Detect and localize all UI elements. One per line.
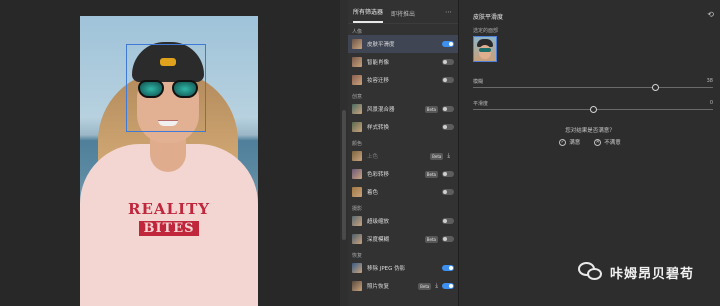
beta-badge: Beta [424, 105, 438, 113]
tab-all-filters[interactable]: 所有筛选器 [353, 7, 384, 23]
filter-item[interactable]: 皮肤平滑度 [348, 35, 458, 53]
feedback-question: 您对结果是否满意？ [565, 128, 615, 134]
filter-group-label: 颜色 [352, 141, 363, 147]
shirt-text-line2: BITES [139, 221, 199, 236]
filter-toggle[interactable] [442, 283, 454, 289]
face-detection-box[interactable] [126, 44, 206, 132]
filter-item-label: 智能肖像 [367, 60, 390, 66]
filter-thumbnail-icon [352, 39, 362, 49]
blur-slider-value: 38 [706, 78, 713, 84]
filter-list: 人像 皮肤平滑度 智能肖像 妆容迁移 创意 风景混合器 Beta 样式转换 颜色 上色 Beta ⤓ 色… [348, 24, 458, 295]
filter-item-label: 皮肤平滑度 [367, 42, 395, 48]
shirt-print: REALITY BITES [124, 200, 214, 236]
scrollbar-thumb[interactable] [342, 110, 346, 240]
filter-item[interactable]: 样式转换 [348, 118, 458, 136]
beta-badge: Beta [424, 235, 438, 243]
blur-slider-track[interactable] [473, 87, 713, 88]
filter-item[interactable]: 智能肖像 [348, 53, 458, 71]
smoothness-slider[interactable]: 平滑度 0 [473, 100, 713, 113]
smoothness-slider-value: 0 [709, 100, 713, 106]
filter-item-label: 上色 [367, 154, 379, 160]
filter-item[interactable]: 照片恢复 Beta ⤓ [348, 277, 458, 295]
filter-thumbnail-icon [352, 216, 362, 226]
beta-badge: Beta [430, 152, 444, 160]
filter-settings-panel: 皮肤平滑度 ⟲ 选定的面部 模糊 38 平滑度 0 您对结果是否满意？ ✓ 满意… [458, 0, 720, 306]
selected-face-label: 选定的面部 [473, 28, 499, 34]
filter-toggle[interactable] [442, 41, 454, 47]
canvas-scrollbar[interactable] [340, 0, 348, 306]
wechat-icon [577, 262, 604, 282]
filter-item[interactable]: 风景混合器 Beta [348, 100, 458, 118]
settings-title: 皮肤平滑度 [473, 14, 504, 21]
filter-thumbnail-icon [352, 234, 362, 244]
filter-item[interactable]: 妆容迁移 [348, 71, 458, 89]
filter-thumbnail-icon [352, 122, 362, 132]
download-icon[interactable]: ⤓ [447, 152, 450, 160]
smoothness-slider-knob[interactable] [589, 106, 597, 113]
ellipsis-icon[interactable]: ⋯ [445, 8, 452, 16]
download-icon[interactable]: ⤓ [435, 282, 438, 290]
image-canvas[interactable]: REALITY BITES [0, 0, 340, 306]
filter-thumbnail-icon [352, 57, 362, 67]
filter-thumbnail-icon [352, 151, 362, 161]
filter-toggle[interactable] [442, 265, 454, 271]
filter-item[interactable]: 深度模糊 Beta [348, 230, 458, 248]
feedback-answers: ✓ 满意 ✕ 不满意 [459, 138, 720, 146]
filters-panel: 所有筛选器 即将推出 ⋯ 人像皮肤平滑度智能肖像妆容迁移创意风景混合器 Beta 样… [348, 0, 458, 306]
watermark-text: 咔姆昂贝碧苟 [609, 266, 694, 282]
filter-item[interactable]: 色彩转移 Beta [348, 165, 458, 183]
filter-group-label: 摄影 [352, 206, 363, 212]
filter-toggle[interactable] [442, 189, 454, 195]
filter-toggle[interactable] [442, 124, 454, 130]
filter-group-label: 人像 [352, 29, 363, 35]
filter-item-label: 着色 [367, 190, 379, 196]
filter-toggle[interactable] [442, 106, 454, 112]
blur-slider-knob[interactable] [651, 84, 659, 91]
satisfied-button[interactable]: ✓ 满意 [559, 138, 580, 146]
filter-item[interactable]: 上色 Beta ⤓ [348, 147, 458, 165]
beta-badge: Beta [418, 282, 432, 290]
filter-item-label: 色彩转移 [367, 172, 390, 178]
filter-toggle[interactable] [442, 171, 454, 177]
thumbs-up-icon: ✓ [559, 138, 567, 146]
filter-toggle[interactable] [442, 218, 454, 224]
shirt-text-line1: REALITY [128, 200, 210, 218]
filter-thumbnail-icon [352, 169, 362, 179]
filter-item-label: 风景混合器 [367, 107, 395, 113]
filter-item-label: 妆容迁移 [367, 78, 390, 84]
filter-tabs: 所有筛选器 即将推出 ⋯ [348, 0, 458, 24]
satisfied-label: 满意 [569, 140, 581, 146]
filter-item-label: 照片恢复 [367, 284, 390, 290]
filter-thumbnail-icon [352, 75, 362, 85]
selected-face-thumbnail[interactable] [473, 36, 497, 62]
filter-thumbnail-icon [352, 104, 362, 114]
filter-thumbnail-icon [352, 187, 362, 197]
watermark: 咔姆昂贝碧苟 [577, 262, 694, 282]
filter-group-label: 恢复 [352, 253, 363, 259]
filter-group-label: 创意 [352, 94, 363, 100]
filter-item-label: 超级缩放 [367, 219, 390, 225]
filter-item[interactable]: 着色 [348, 183, 458, 201]
filter-item-label: 样式转换 [367, 125, 390, 131]
filter-item[interactable]: 超级缩放 [348, 212, 458, 230]
beta-badge: Beta [424, 170, 438, 178]
filter-toggle[interactable] [442, 59, 454, 65]
filter-item-label: 移除 JPEG 伪影 [367, 266, 406, 272]
filter-item-label: 深度模糊 [367, 237, 390, 243]
blur-slider-label: 模糊 [473, 79, 484, 85]
unsatisfied-button[interactable]: ✕ 不满意 [594, 138, 621, 146]
thumbs-down-icon: ✕ [594, 138, 602, 146]
blur-slider[interactable]: 模糊 38 [473, 78, 713, 91]
filter-thumbnail-icon [352, 281, 362, 291]
unsatisfied-label: 不满意 [604, 140, 621, 146]
filter-toggle[interactable] [442, 236, 454, 242]
tab-coming-soon[interactable]: 即将推出 [391, 9, 415, 23]
filter-item[interactable]: 移除 JPEG 伪影 [348, 259, 458, 277]
filter-thumbnail-icon [352, 263, 362, 273]
reset-icon[interactable]: ⟲ [707, 10, 714, 19]
filter-toggle[interactable] [442, 77, 454, 83]
